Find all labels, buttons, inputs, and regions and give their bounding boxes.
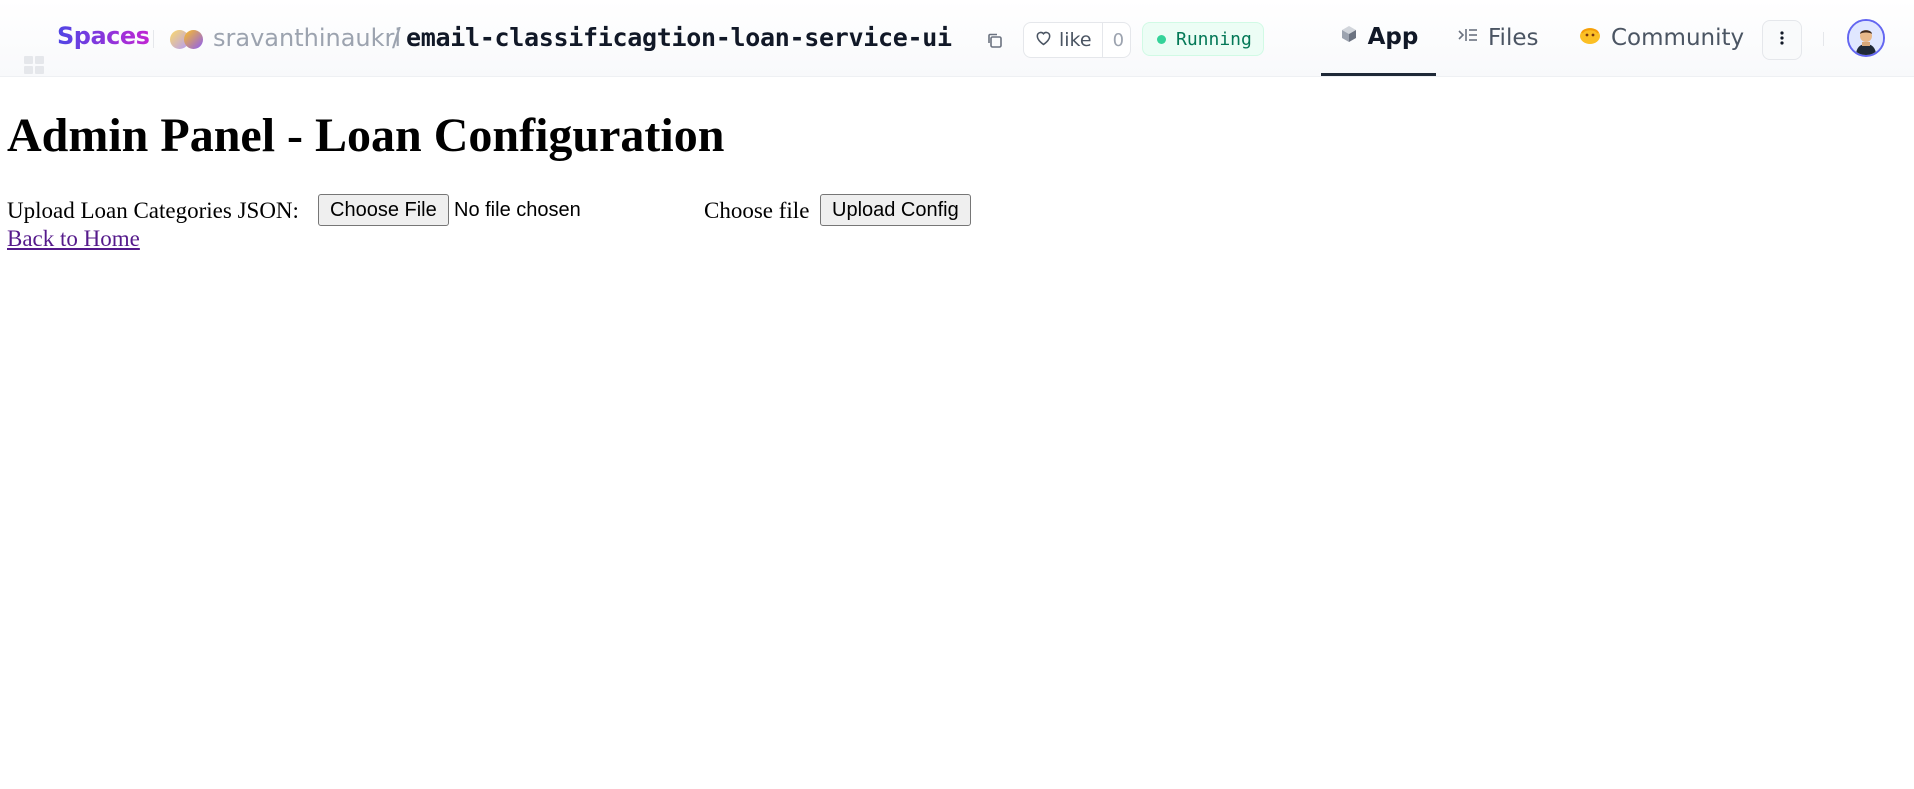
tab-community-label: Community [1611,25,1745,51]
status-badge[interactable]: Running [1142,22,1264,56]
upload-form: Upload Loan Categories JSON: Choose File… [7,194,1007,228]
upload-label: Upload Loan Categories JSON: [7,198,299,223]
more-options-button[interactable] [1762,20,1802,60]
spaces-link[interactable]: Spaces [57,22,150,50]
tab-app[interactable]: App [1321,0,1436,76]
kebab-icon [1779,30,1785,50]
copy-icon[interactable] [984,30,1006,52]
choose-file-button[interactable]: Choose File [318,194,449,226]
tab-files[interactable]: Files [1457,0,1538,76]
status-dot-icon [1157,34,1166,44]
cube-icon [1339,24,1359,50]
like-group: like 0 [1023,22,1131,58]
owner-avatar-icon [170,28,208,50]
status-label: Running [1176,28,1252,50]
tab-app-label: App [1367,23,1419,50]
like-label: like [1059,29,1092,51]
file-status-text: No file chosen [454,199,581,221]
page-title: Admin Panel - Loan Configuration [7,109,725,162]
user-avatar[interactable] [1847,19,1885,57]
space-header: Spaces sravanthinaukri / email-classific… [0,0,1914,77]
hug-icon [1578,24,1602,52]
user-avatar-icon [1849,21,1883,55]
path-separator: / [392,23,401,53]
like-button[interactable]: like [1024,23,1102,57]
tab-community[interactable]: Community [1578,0,1744,76]
back-to-home-link[interactable]: Back to Home [7,226,140,252]
choose-file-label: Choose file [704,198,810,223]
files-icon [1457,25,1479,51]
like-count[interactable]: 0 [1101,23,1130,57]
upload-config-button[interactable]: Upload Config [820,194,971,226]
header-divider-right [1823,32,1824,46]
tab-files-label: Files [1488,25,1539,51]
owner-link[interactable]: sravanthinaukri [213,24,401,52]
heart-icon [1034,29,1053,51]
sidebar-toggle-icon[interactable] [24,56,44,74]
header-divider [153,30,154,48]
space-name[interactable]: email-classificagtion-loan-service-ui [406,23,952,52]
